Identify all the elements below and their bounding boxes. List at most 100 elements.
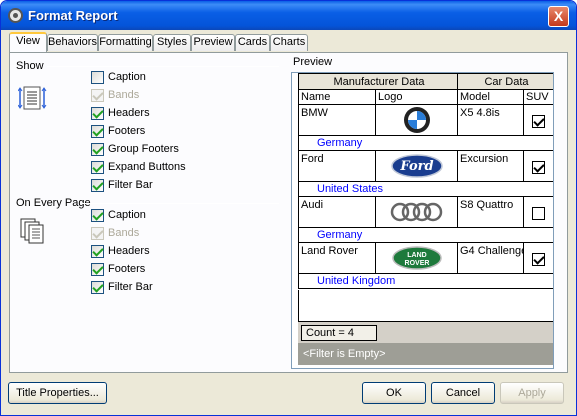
row-logo-cell bbox=[376, 197, 458, 228]
tab-cards[interactable]: Cards bbox=[235, 34, 270, 51]
show-expand-buttons-option[interactable]: Expand Buttons bbox=[91, 160, 241, 176]
show-group-footers-checkbox[interactable] bbox=[91, 143, 104, 156]
every-page-filter-bar-label: Filter Bar bbox=[108, 281, 153, 293]
every-page-caption-checkbox[interactable] bbox=[91, 209, 104, 222]
app-icon bbox=[8, 8, 23, 23]
tab-styles[interactable]: Styles bbox=[153, 34, 191, 51]
column-header-logo: Logo bbox=[376, 90, 458, 105]
every-page-section-label: On Every Page bbox=[16, 197, 91, 209]
tab-behaviors[interactable]: Behaviors bbox=[47, 34, 98, 51]
row-country-group: Germany bbox=[298, 228, 553, 243]
count-summary: Count = 4 bbox=[301, 325, 377, 341]
summary-footer: Count = 4 bbox=[298, 321, 553, 343]
row-suv-cell bbox=[524, 151, 553, 182]
close-button[interactable]: X bbox=[548, 6, 569, 27]
every-page-footers-label: Footers bbox=[108, 263, 146, 275]
bmw-logo bbox=[403, 107, 430, 133]
show-caption-option[interactable]: Caption bbox=[91, 70, 241, 86]
show-headers-checkbox[interactable] bbox=[91, 107, 104, 120]
window-title: Format Report bbox=[28, 8, 118, 23]
show-caption-label: Caption bbox=[108, 71, 146, 83]
show-footers-label: Footers bbox=[108, 125, 146, 137]
show-headers-option[interactable]: Headers bbox=[91, 106, 241, 122]
every-page-headers-label: Headers bbox=[108, 245, 150, 257]
every-page-filter-bar-option[interactable]: Filter Bar bbox=[91, 280, 241, 296]
show-bands-option: Bands bbox=[91, 88, 241, 104]
report-preview: Manufacturer Data Car Data Name Logo Mod… bbox=[291, 72, 554, 369]
show-filter-bar-label: Filter Bar bbox=[108, 179, 153, 191]
every-page-footers-option[interactable]: Footers bbox=[91, 262, 241, 278]
every-page-bands-checkbox bbox=[91, 227, 104, 240]
show-divider bbox=[47, 66, 279, 67]
show-section-label: Show bbox=[16, 60, 44, 72]
every-page-caption-label: Caption bbox=[108, 209, 146, 221]
row-model-cell: Excursion bbox=[458, 151, 524, 182]
row-suv-cell bbox=[524, 243, 553, 274]
suv-checkbox bbox=[532, 115, 545, 128]
row-country-group: United Kingdom bbox=[298, 274, 553, 289]
tab-view[interactable]: View bbox=[9, 32, 47, 52]
every-page-headers-checkbox[interactable] bbox=[91, 245, 104, 258]
row-name-cell: Ford bbox=[298, 151, 376, 182]
show-caption-checkbox[interactable] bbox=[91, 71, 104, 84]
column-header-model: Model bbox=[458, 90, 524, 105]
band-car-data: Car Data bbox=[458, 73, 553, 90]
svg-text:ROVER: ROVER bbox=[404, 260, 429, 267]
row-model-cell: X5 4.8is bbox=[458, 105, 524, 136]
row-logo-cell: Ford bbox=[376, 151, 458, 182]
row-model-cell: S8 Quattro bbox=[458, 197, 524, 228]
row-suv-cell bbox=[524, 105, 553, 136]
show-footers-checkbox[interactable] bbox=[91, 125, 104, 138]
suv-checkbox bbox=[532, 253, 545, 266]
column-header-suv: SUV bbox=[524, 90, 553, 105]
row-name-cell: Land Rover bbox=[298, 243, 376, 274]
every-page-headers-option[interactable]: Headers bbox=[91, 244, 241, 260]
tab-formatting[interactable]: Formatting bbox=[98, 34, 153, 51]
audi-logo bbox=[390, 202, 442, 222]
row-country-group: Germany bbox=[298, 136, 553, 151]
show-headers-label: Headers bbox=[108, 107, 150, 119]
cancel-button[interactable]: Cancel bbox=[431, 382, 495, 404]
pages-icon bbox=[20, 218, 44, 244]
every-page-bands-option: Bands bbox=[91, 226, 241, 242]
tab-preview[interactable]: Preview bbox=[191, 34, 235, 51]
every-page-caption-option[interactable]: Caption bbox=[91, 208, 241, 224]
filter-bar[interactable]: <Filter is Empty> bbox=[298, 343, 553, 365]
row-country-group: United States bbox=[298, 182, 553, 197]
svg-text:Ford: Ford bbox=[399, 159, 433, 174]
show-expand-buttons-label: Expand Buttons bbox=[108, 161, 186, 173]
apply-button[interactable]: Apply bbox=[500, 382, 564, 404]
show-filter-bar-checkbox[interactable] bbox=[91, 179, 104, 192]
land-rover-logo: LANDROVER bbox=[391, 246, 442, 270]
row-model-cell: G4 Challenge bbox=[458, 243, 524, 274]
every-page-divider bbox=[82, 203, 279, 204]
row-suv-cell bbox=[524, 197, 553, 228]
show-bands-checkbox bbox=[91, 89, 104, 102]
suv-checkbox bbox=[532, 207, 545, 220]
row-name-cell: Audi bbox=[298, 197, 376, 228]
svg-text:LAND: LAND bbox=[407, 252, 426, 259]
title-properties-button[interactable]: Title Properties... bbox=[8, 382, 107, 404]
preview-label: Preview bbox=[293, 56, 333, 68]
row-logo-cell: LAND ROVER bbox=[376, 243, 458, 274]
title-bar[interactable]: Format Report X bbox=[1, 1, 576, 30]
show-footers-option[interactable]: Footers bbox=[91, 124, 241, 140]
show-filter-bar-option[interactable]: Filter Bar bbox=[91, 178, 241, 194]
every-page-footers-checkbox[interactable] bbox=[91, 263, 104, 276]
show-bands-label: Bands bbox=[108, 89, 140, 101]
row-name-cell: BMW bbox=[298, 105, 376, 136]
tab-charts[interactable]: Charts bbox=[270, 34, 308, 51]
preview-empty-area bbox=[298, 290, 553, 321]
suv-checkbox bbox=[532, 161, 545, 174]
show-group-footers-option[interactable]: Group Footers bbox=[91, 142, 241, 158]
column-header-name: Name bbox=[298, 90, 376, 105]
show-expand-buttons-checkbox[interactable] bbox=[91, 161, 104, 174]
show-report-icon bbox=[18, 86, 47, 110]
band-manufacturer: Manufacturer Data bbox=[298, 73, 458, 90]
every-page-bands-label: Bands bbox=[108, 227, 140, 239]
row-logo-cell bbox=[376, 105, 458, 136]
ok-button[interactable]: OK bbox=[362, 382, 426, 404]
ford-logo: Ford bbox=[390, 154, 443, 178]
every-page-filter-bar-checkbox[interactable] bbox=[91, 281, 104, 294]
format-report-dialog: Format Report X View Behaviors Formattin… bbox=[0, 0, 577, 416]
